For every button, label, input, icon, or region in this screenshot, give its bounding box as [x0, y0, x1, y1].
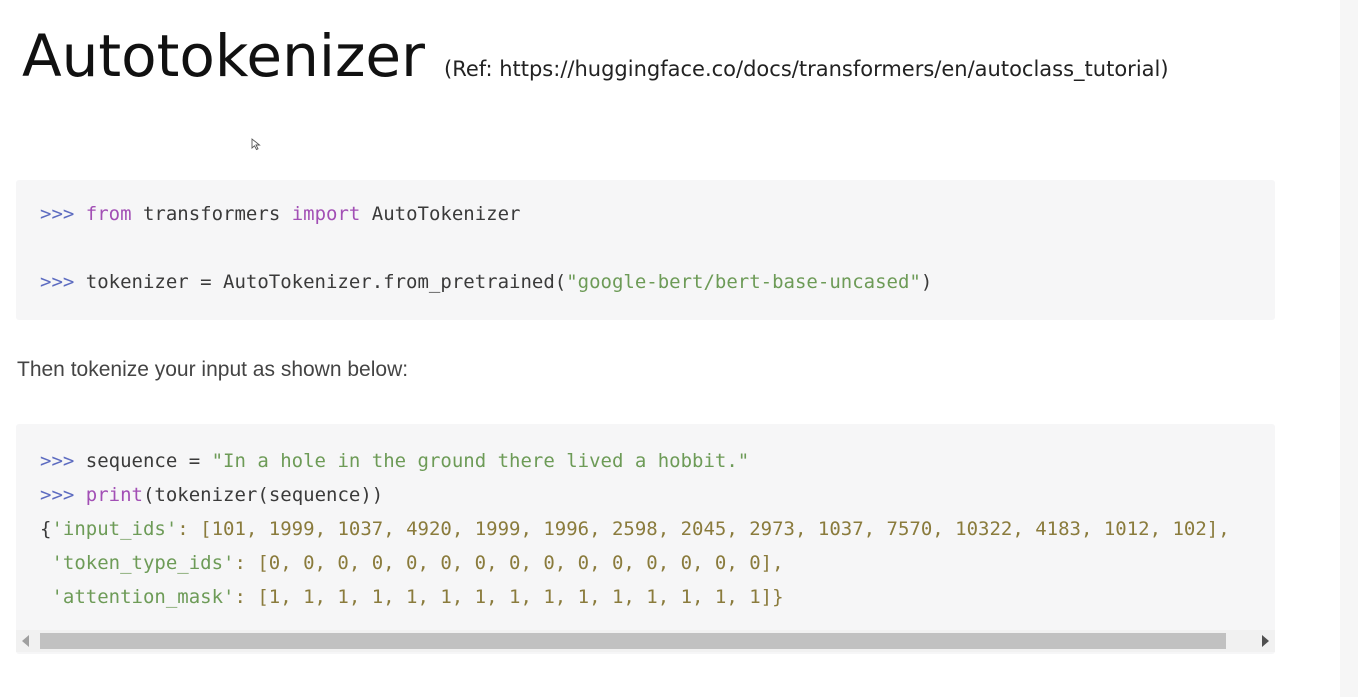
code-values: : [101, 1999, 1037, 4920, 1999, 1996, 25…	[177, 518, 1230, 540]
code-dict-key: 'input_ids'	[51, 518, 178, 540]
scrollbar-thumb[interactable]	[40, 633, 1226, 649]
code-text: AutoTokenizer	[360, 203, 521, 225]
scroll-right-arrow-icon[interactable]	[1262, 635, 1269, 647]
code-prompt: >>>	[40, 203, 75, 225]
code-text: tokenizer = AutoTokenizer.from_pretraine…	[74, 271, 567, 293]
code-values: : [0, 0, 0, 0, 0, 0, 0, 0, 0, 0, 0, 0, 0…	[234, 552, 784, 574]
code-line: >>> tokenizer = AutoTokenizer.from_pretr…	[40, 271, 932, 293]
code-values: : [1, 1, 1, 1, 1, 1, 1, 1, 1, 1, 1, 1, 1…	[234, 586, 784, 608]
horizontal-scrollbar[interactable]	[16, 630, 1275, 652]
title-row: Autotokenizer (Ref: https://huggingface.…	[22, 22, 1169, 90]
code-keyword: from	[85, 203, 132, 225]
code-line: >>> sequence = "In a hole in the ground …	[40, 450, 749, 472]
mouse-pointer-icon	[251, 138, 261, 151]
code-prompt: >>>	[40, 450, 75, 472]
code-line: >>> print(tokenizer(sequence))	[40, 484, 383, 506]
page-right-edge	[1340, 0, 1358, 697]
code-line: 'attention_mask': [1, 1, 1, 1, 1, 1, 1, …	[40, 586, 784, 608]
code-block-import[interactable]: >>> from transformers import AutoTokeniz…	[16, 180, 1275, 320]
page-title: Autotokenizer	[22, 22, 425, 90]
code-text: (tokenizer(sequence))	[142, 484, 384, 506]
instruction-text: Then tokenize your input as shown below:	[17, 358, 409, 381]
code-block-tokenize[interactable]: >>> sequence = "In a hole in the ground …	[16, 424, 1275, 654]
code-text: )	[920, 271, 933, 293]
code-keyword: import	[291, 203, 361, 225]
scroll-left-arrow-icon[interactable]	[22, 635, 29, 647]
code-text: {	[40, 518, 52, 540]
code-string: "In a hole in the ground there lived a h…	[211, 450, 750, 472]
code-string: "google-bert/bert-base-uncased"	[566, 271, 921, 293]
reference-link-text: (Ref: https://huggingface.co/docs/transf…	[444, 57, 1169, 81]
code-text: sequence =	[74, 450, 212, 472]
code-text: transformers	[131, 203, 292, 225]
code-dict-key: 'token_type_ids'	[40, 552, 235, 574]
code-line: {'input_ids': [101, 1999, 1037, 4920, 19…	[40, 518, 1230, 540]
code-dict-key: 'attention_mask'	[40, 586, 235, 608]
code-line: >>> from transformers import AutoTokeniz…	[40, 203, 521, 225]
code-prompt: >>>	[40, 484, 75, 506]
code-keyword: print	[85, 484, 143, 506]
code-prompt: >>>	[40, 271, 75, 293]
code-line: 'token_type_ids': [0, 0, 0, 0, 0, 0, 0, …	[40, 552, 784, 574]
